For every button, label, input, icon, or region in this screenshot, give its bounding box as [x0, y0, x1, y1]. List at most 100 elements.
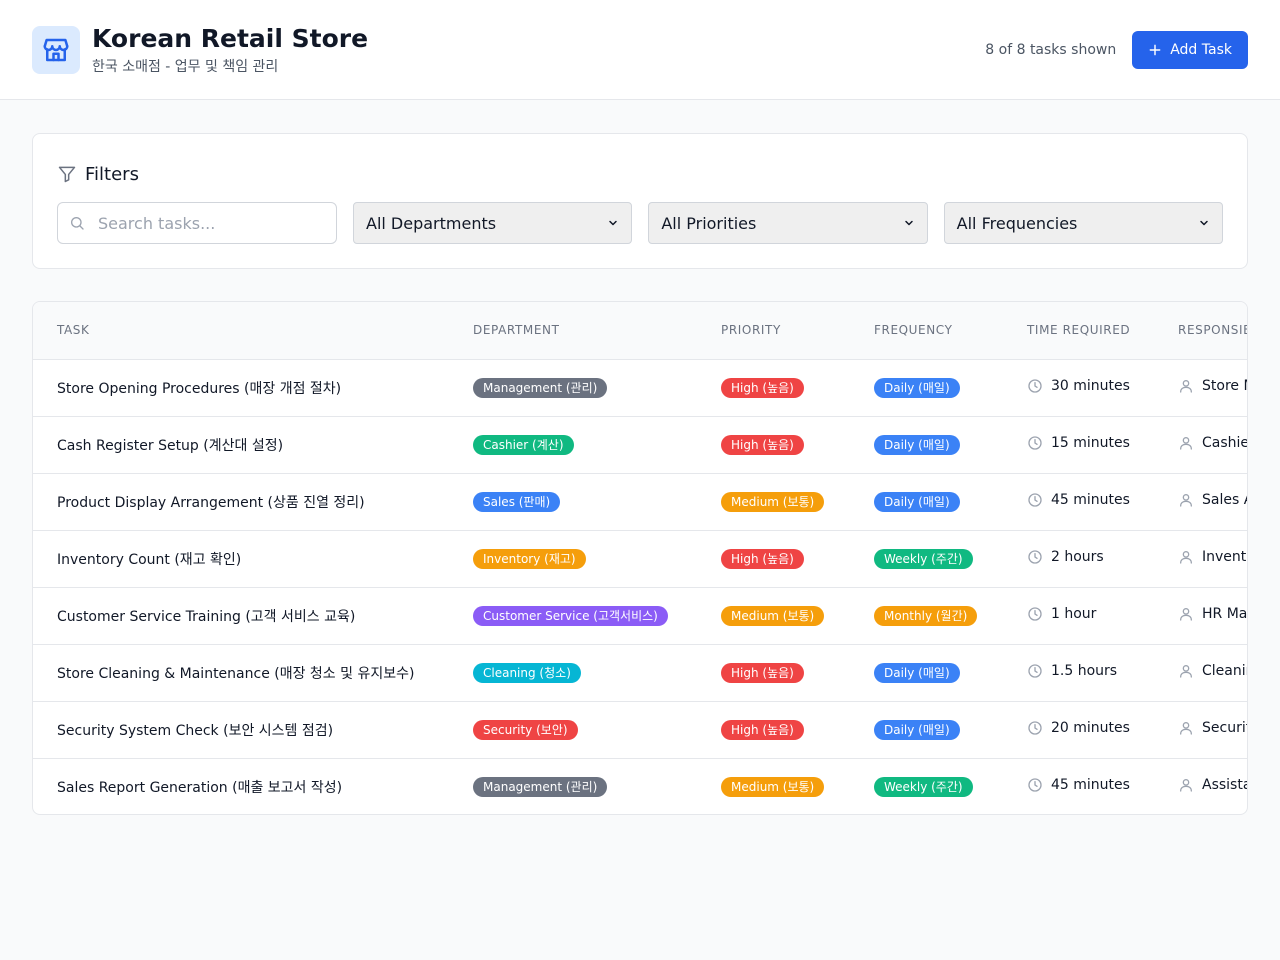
priority-badge: High (높음) — [721, 662, 804, 683]
time-required: 1.5 hours — [1051, 662, 1118, 679]
time-required: 30 minutes — [1051, 377, 1130, 394]
responsible-person: Assista — [1202, 776, 1248, 793]
task-name: Customer Service Training (고객 서비스 교육) — [57, 608, 356, 625]
user-icon — [1180, 664, 1192, 678]
plus-icon — [1149, 44, 1161, 55]
clock-icon — [1028, 492, 1042, 507]
tasks-table: Task Department Priority Frequency Time … — [33, 302, 1248, 814]
table-row[interactable]: Sales Report Generation (매출 보고서 작성) Mana… — [33, 758, 1248, 814]
column-header-frequency[interactable]: Frequency — [850, 302, 1003, 360]
column-header-task[interactable]: Task — [33, 302, 449, 360]
app-subtitle: 한국 소매점 - 업무 및 책임 관리 — [92, 58, 279, 75]
filters-title: Filters — [85, 163, 139, 185]
department-badge: Security (보안) — [473, 719, 578, 740]
table-row[interactable]: Inventory Count (재고 확인) Inventory (재고) H… — [33, 530, 1247, 587]
priority-badge: Medium (보통) — [721, 776, 825, 797]
user-icon — [1180, 607, 1192, 621]
tasks-table-card: Task Department Priority Frequency Time … — [32, 301, 1248, 815]
filter-icon — [58, 166, 76, 183]
table-row[interactable]: Product Display Arrangement (상품 진열 정리) S… — [33, 473, 1247, 530]
responsible-person: Invento — [1202, 548, 1247, 565]
department-badge: Inventory (재고) — [473, 548, 586, 569]
user-icon — [1180, 379, 1192, 393]
task-name: Security System Check (보안 시스템 점검) — [57, 722, 334, 739]
app-title: Korean Retail Store — [92, 23, 369, 53]
clock-icon — [1028, 663, 1042, 678]
department-badge: Sales (판매) — [473, 491, 561, 512]
time-required: 15 minutes — [1051, 434, 1130, 451]
frequency-badge: Weekly (주간) — [874, 776, 973, 797]
chevron-down-icon — [904, 220, 913, 226]
user-icon — [1180, 493, 1192, 507]
search-icon — [71, 217, 84, 230]
clock-icon — [1028, 549, 1042, 564]
frequency-badge: Daily (매일) — [874, 377, 960, 398]
frequency-badge: Monthly (월간) — [874, 605, 978, 626]
filters-panel: Filters All Departments All Priorities A… — [32, 133, 1248, 269]
user-icon — [1180, 436, 1192, 450]
department-badge: Cleaning (청소) — [473, 662, 581, 683]
column-header-department[interactable]: Department — [449, 302, 697, 360]
table-row[interactable]: Customer Service Training (고객 서비스 교육) Cu… — [33, 587, 1248, 644]
department-badge: Cashier (계산) — [473, 434, 574, 455]
table-header-row: Task Department Priority Frequency Time … — [33, 302, 1247, 360]
table-row[interactable]: Store Cleaning & Maintenance (매장 청소 및 유지… — [33, 644, 1247, 701]
task-name: Cash Register Setup (계산대 설정) — [57, 437, 284, 454]
department-select[interactable]: All Departments — [353, 202, 633, 244]
responsible-person: Sales A — [1202, 491, 1247, 508]
time-required: 1 hour — [1051, 605, 1097, 622]
responsible-person: Securit — [1202, 719, 1248, 736]
time-required: 45 minutes — [1051, 491, 1130, 508]
brand: Korean Retail Store 한국 소매점 - 업무 및 책임 관리 — [32, 24, 368, 76]
task-name: Product Display Arrangement (상품 진열 정리) — [57, 494, 365, 511]
store-icon — [32, 25, 80, 74]
frequency-badge: Daily (매일) — [874, 719, 960, 740]
department-badge: Management (관리) — [473, 377, 608, 398]
frequency-badge: Weekly (주간) — [874, 548, 973, 569]
clock-icon — [1028, 720, 1042, 735]
task-name: Inventory Count (재고 확인) — [57, 551, 242, 568]
frequency-badge: Daily (매일) — [874, 434, 960, 455]
task-name: Store Opening Procedures (매장 개점 절차) — [57, 380, 342, 397]
add-task-label: Add Task — [1170, 41, 1232, 58]
table-row[interactable]: Store Opening Procedures (매장 개점 절차) Mana… — [33, 359, 1247, 416]
frequency-badge: Daily (매일) — [874, 662, 960, 683]
priority-badge: Medium (보통) — [721, 491, 825, 512]
chevron-down-icon — [609, 220, 618, 226]
column-header-priority[interactable]: Priority — [697, 302, 850, 360]
task-count: 8 of 8 tasks shown — [985, 41, 1117, 58]
responsible-person: HR Ma — [1202, 605, 1248, 622]
task-name: Store Cleaning & Maintenance (매장 청소 및 유지… — [57, 665, 415, 682]
frequency-select[interactable]: All Frequencies — [943, 202, 1223, 244]
time-required: 2 hours — [1051, 548, 1104, 565]
frequency-badge: Daily (매일) — [874, 491, 960, 512]
responsible-person: Store M — [1202, 377, 1247, 394]
priority-badge: High (높음) — [721, 377, 804, 398]
priority-badge: High (높음) — [721, 548, 804, 569]
department-badge: Management (관리) — [473, 776, 608, 797]
user-icon — [1180, 550, 1192, 564]
responsible-person: Cashie — [1202, 434, 1248, 451]
column-header-responsible[interactable]: Responsible — [1154, 302, 1247, 360]
user-icon — [1180, 778, 1192, 792]
app-header: Korean Retail Store 한국 소매점 - 업무 및 책임 관리 … — [0, 0, 1280, 100]
time-required: 20 minutes — [1051, 719, 1130, 736]
frequency-select-value: All Frequencies — [956, 213, 1078, 233]
department-select-value: All Departments — [366, 213, 497, 233]
task-name: Sales Report Generation (매출 보고서 작성) — [57, 779, 343, 796]
priority-badge: Medium (보통) — [721, 605, 825, 626]
add-task-button[interactable]: Add Task — [1132, 30, 1248, 69]
table-row[interactable]: Security System Check (보안 시스템 점검) Securi… — [33, 701, 1248, 758]
search-input[interactable] — [57, 202, 337, 244]
priority-select[interactable]: All Priorities — [648, 202, 928, 244]
responsible-person: Cleanin — [1202, 662, 1247, 679]
chevron-down-icon — [1200, 220, 1208, 226]
priority-badge: High (높음) — [721, 434, 804, 455]
priority-select-value: All Priorities — [661, 213, 757, 233]
priority-badge: High (높음) — [721, 719, 804, 740]
clock-icon — [1028, 378, 1042, 393]
user-icon — [1180, 721, 1192, 735]
column-header-time-required[interactable]: Time Required — [1003, 302, 1154, 360]
table-row[interactable]: Cash Register Setup (계산대 설정) Cashier (계산… — [33, 416, 1248, 473]
clock-icon — [1028, 778, 1042, 792]
